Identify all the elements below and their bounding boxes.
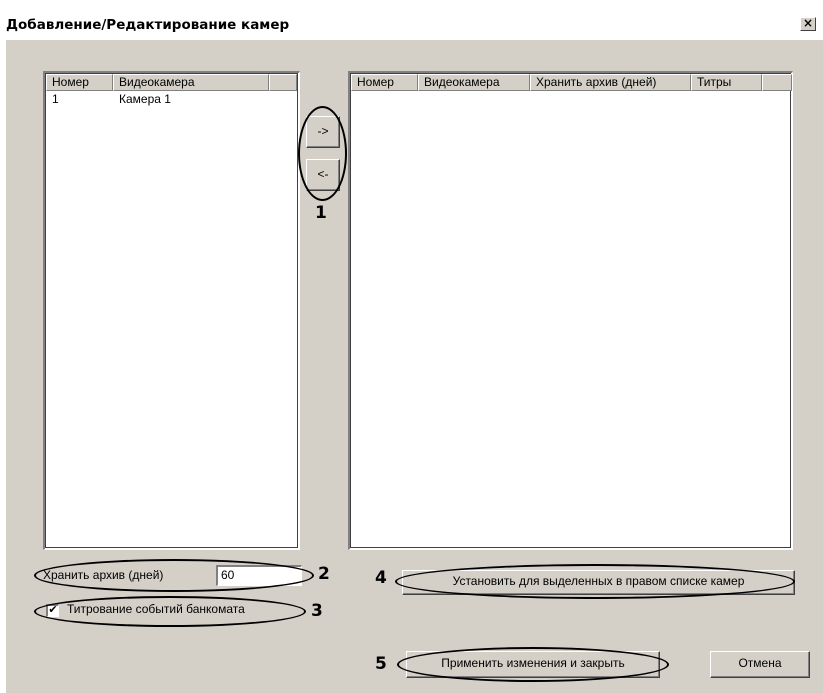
selected-cameras-header: Номер Видеокамера Хранить архив (дней) Т… [351,74,792,91]
column-header-filler [269,74,297,91]
list-item-number: 1 [52,92,59,106]
column-header-camera[interactable]: Видеокамера [113,74,269,91]
column-header-titles[interactable]: Титры [691,74,762,91]
close-button[interactable]: × [800,17,816,31]
column-header-number[interactable]: Номер [46,74,113,91]
column-header-archive-days[interactable]: Хранить архив (дней) [530,74,691,91]
apply-and-close-button[interactable]: Применить изменения и закрыть [406,651,660,678]
atm-titles-label: Титрование событий банкомата [67,602,245,616]
column-header-filler [762,74,792,91]
callout-2: 2 [318,564,330,584]
atm-titles-checkbox[interactable]: ✔ [46,604,59,617]
available-cameras-list[interactable]: Номер Видеокамера 1 Камера 1 [43,71,300,550]
archive-days-input[interactable]: 60 [216,565,302,586]
callout-3: 3 [311,601,323,621]
callout-4: 4 [375,568,387,588]
callout-5: 5 [375,654,387,674]
remove-from-right-button[interactable]: <- [306,159,340,191]
dialog-window: Добавление/Редактирование камер × Номер … [0,0,823,693]
list-item[interactable]: 1 Камера 1 [46,92,263,107]
archive-days-label: Хранить архив (дней) [43,568,164,582]
left-edge [0,40,6,693]
window-title: Добавление/Редактирование камер [6,17,290,33]
selected-cameras-list[interactable]: Номер Видеокамера Хранить архив (дней) Т… [348,71,793,550]
apply-selected-button[interactable]: Установить для выделенных в правом списк… [402,570,795,595]
title-bar: Добавление/Редактирование камер × [0,0,823,40]
cancel-button[interactable]: Отмена [710,651,810,678]
column-header-number[interactable]: Номер [351,74,418,91]
available-cameras-header: Номер Видеокамера [46,74,297,91]
callout-1: 1 [315,203,327,223]
column-header-camera[interactable]: Видеокамера [418,74,530,91]
list-item-camera: Камера 1 [119,92,171,106]
add-to-right-button[interactable]: -> [306,116,340,148]
